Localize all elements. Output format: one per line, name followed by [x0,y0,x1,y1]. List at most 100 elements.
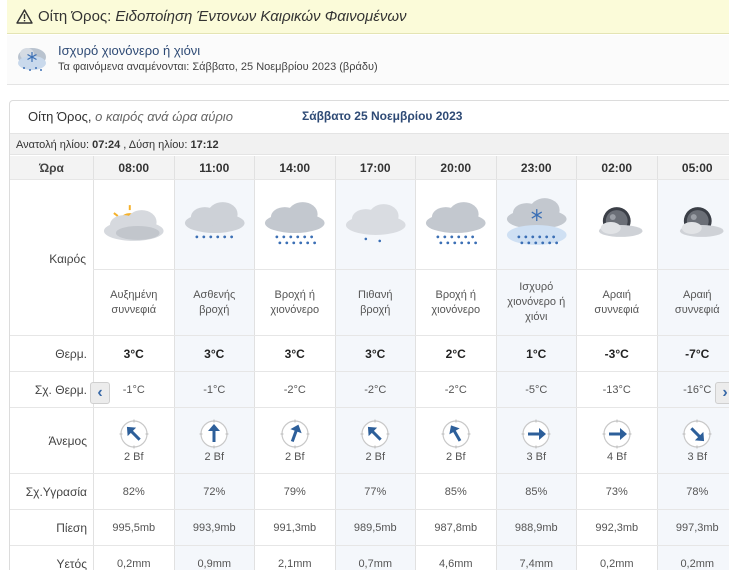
wind-force: 2 Bf [365,450,386,463]
time-cell: 02:00 [576,156,657,179]
temp-cell: 3°C [254,336,335,371]
forecast-city: Οίτη Όρος, ο καιρός ανά ώρα αύριο [28,109,233,124]
rain-cell: 0,2mm [576,546,657,570]
wind-force: 4 Bf [606,450,627,463]
row-humidity: Σχ.Υγρασία 82% 72% 79% 77% 85% 85% 73% 78% [10,474,729,510]
label-time: Ώρα [10,156,93,179]
alert-place: Οίτη Όρος: [38,8,112,25]
wind-direction-icon [602,419,632,448]
row-rain: Υετός 0,2mm 0,9mm 2,1mm 0,7mm 4,6mm 7,4mm 0,2m… [10,546,729,570]
humidity-cell: 79% [254,474,335,509]
night-cloudy-icon [576,180,657,269]
wind-direction-icon [682,419,712,448]
temp-cell: 1°C [495,336,576,371]
time-cell: 20:00 [415,156,496,179]
label-rain: Υετός [10,546,93,570]
rain-cell: 0,2mm [93,546,174,570]
wind-cell: 2 Bf [415,408,496,473]
wind-direction-icon [441,419,471,448]
row-weather-icon [10,180,729,340]
scroll-right-button[interactable]: › [715,382,729,404]
wind-cell: 3 Bf [656,408,729,473]
time-cell: 23:00 [495,156,576,179]
desc-cell: Αραιή συννεφιά [576,270,657,335]
rain-cell: 4,6mm [415,546,496,570]
row-weather-desc: Αυξημένη συννεφιά Ασθενής βροχή Βροχή ή χι… [10,270,729,336]
wind-force: 2 Bf [284,450,305,463]
wind-force: 2 Bf [445,450,466,463]
wind-force: 2 Bf [123,450,144,463]
desc-cell: Βροχή ή χιονόνερο [254,270,335,335]
sunrise-value: 07:24 [92,139,121,151]
humidity-cell: 73% [576,474,657,509]
forecast-header: Οίτη Όρος, ο καιρός ανά ώρα αύριο Σάββατ… [10,101,729,131]
sun-times: Ανατολή ηλίου: 07:24 , Δύση ηλίου: 17:12 [10,133,729,155]
pressure-cell: 997,3mb [656,510,729,545]
forecast-date: Σάββατο 25 Νοεμβρίου 2023 [302,109,463,123]
feels-cell: -13°C [576,372,657,407]
pressure-cell: 991,3mb [254,510,335,545]
label-weather-text: Καιρός [49,252,86,266]
wind-cell: 2 Bf [173,408,254,473]
rain-cell: 0,2mm [656,546,729,570]
feels-cell: -2°C [334,372,415,407]
feels-cell: -2°C [415,372,496,407]
pressure-cell: 987,8mb [415,510,496,545]
wind-direction-icon [119,419,149,448]
wind-cell: 3 Bf [495,408,576,473]
wind-force: 2 Bf [204,450,225,463]
scroll-left-button[interactable]: ‹ [90,382,110,404]
humidity-cell: 72% [173,474,254,509]
rain-cell: 0,9mm [173,546,254,570]
humidity-cell: 85% [495,474,576,509]
alert-text: Ειδοποίηση Έντονων Καιρικών Φαινομένων [115,8,407,25]
alert-expected-value: Σάββατο, 25 Νοεμβρίου 2023 (βράδυ) [192,61,378,73]
row-pressure: Πίεση 995,5mb 993,9mb 991,3mb 989,5mb 987,8m… [10,510,729,546]
wind-direction-icon [199,419,229,448]
alert-expected: Τα φαινόμενα αναμένονται: Σάββατο, 25 Νο… [58,61,378,73]
time-cell: 05:00 [656,156,729,179]
desc-cell: Ισχυρό χιονόνερο ή χιόνι [495,270,576,335]
warning-icon [16,9,33,24]
wind-cell: 2 Bf [334,408,415,473]
wind-force: 3 Bf [526,450,547,463]
temp-cell: -3°C [576,336,657,371]
desc-cell: Βροχή ή χιονόνερο [415,270,496,335]
alert-title[interactable]: Ισχυρό χιονόνερο ή χιόνι [58,43,200,58]
desc-cell: Πιθανή βροχή [334,270,415,335]
rain-sleet-icon [415,180,496,269]
humidity-cell: 85% [415,474,496,509]
feels-cell: -5°C [495,372,576,407]
pressure-cell: 995,5mb [93,510,174,545]
humidity-cell: 78% [656,474,729,509]
pressure-cell: 988,9mb [495,510,576,545]
alert-banner[interactable]: Οίτη Όρος: Ειδοποίηση Έντονων Καιρικών Φ… [7,0,729,34]
row-wind: Άνεμος 2 Bf 2 Bf 2 Bf 2 Bf 2 Bf 3 Bf 4 B… [10,408,729,474]
label-pressure: Πίεση [10,510,93,545]
time-cell: 17:00 [334,156,415,179]
humidity-cell: 77% [334,474,415,509]
pressure-cell: 992,3mb [576,510,657,545]
forecast-subtitle: ο καιρός ανά ώρα αύριο [95,109,233,124]
rain-cell: 2,1mm [254,546,335,570]
feels-cell: -1°C [173,372,254,407]
desc-cell: Αραιή συννεφιά [656,270,729,335]
pressure-cell: 993,9mb [173,510,254,545]
rain-sleet-icon [254,180,335,269]
alert-expected-label: Τα φαινόμενα αναμένονται: [58,61,190,73]
sunset-label: , Δύση ηλίου: [123,139,188,151]
row-temp: Θερμ. 3°C 3°C 3°C 3°C 2°C 1°C -3°C -7°C [10,336,729,372]
heavy-snow-icon [495,180,576,269]
temp-cell: 3°C [173,336,254,371]
wind-cell: 4 Bf [576,408,657,473]
label-humidity: Σχ.Υγρασία [10,474,93,509]
label-temp: Θερμ. [10,336,93,371]
row-feels: Σχ. Θερμ. -1°C -1°C -2°C -2°C -2°C -5°C -13°C -… [10,372,729,408]
alert-details: Ισχυρό χιονόνερο ή χιόνι Τα φαινόμενα αν… [7,35,729,85]
desc-cell: Ασθενής βροχή [173,270,254,335]
temp-cell: 3°C [93,336,174,371]
hourly-forecast-card: Οίτη Όρος, ο καιρός ανά ώρα αύριο Σάββατ… [9,100,729,570]
temp-cell: 3°C [334,336,415,371]
wind-direction-icon [521,419,551,448]
city-name: Οίτη Όρος, [28,109,92,124]
